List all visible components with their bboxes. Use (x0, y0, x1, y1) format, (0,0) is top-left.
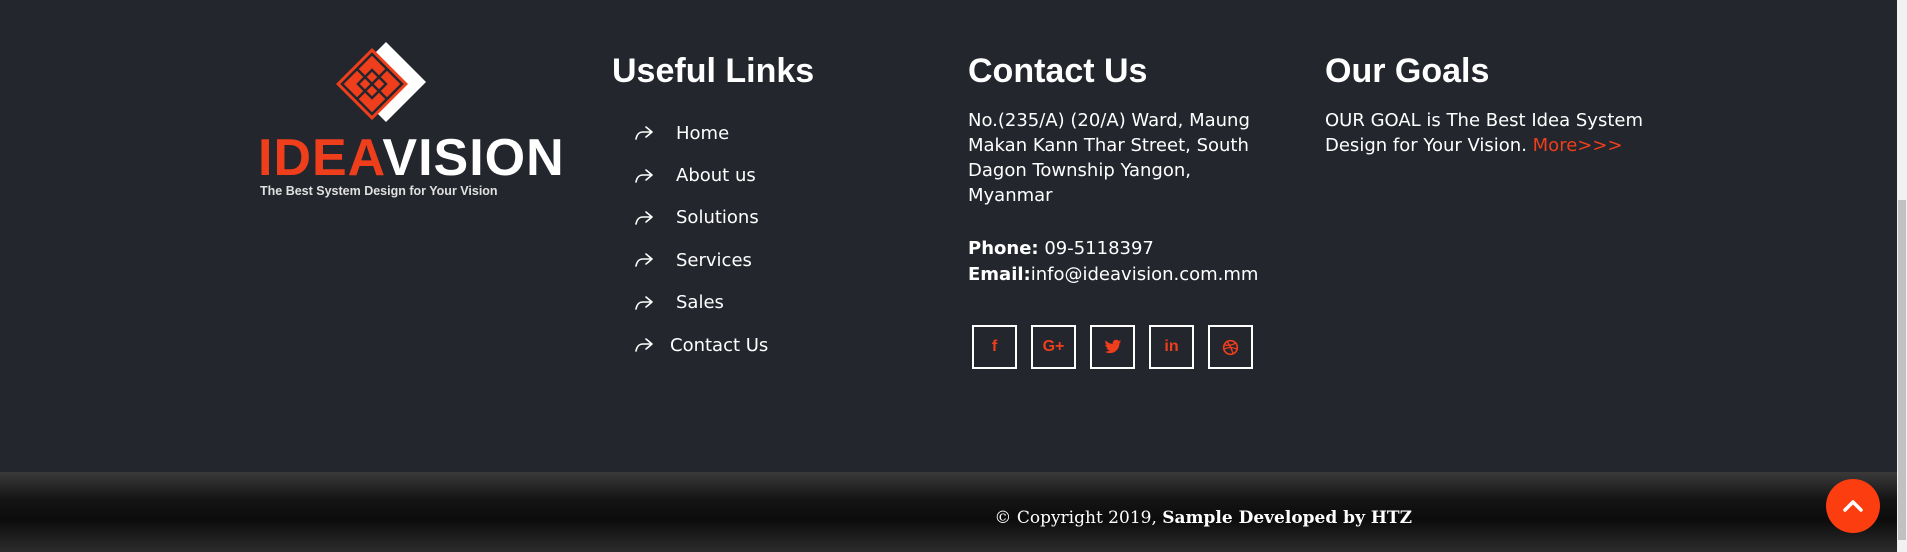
twitter-bird-glyph (1104, 339, 1121, 354)
link-contact-us[interactable]: Contact Us (670, 335, 768, 356)
contact-phone: Phone: 09-5118397 (968, 238, 1154, 259)
email-value[interactable]: info@ideavision.com.mm (1031, 264, 1259, 285)
share-arrow-icon (635, 253, 653, 268)
link-sales[interactable]: Sales (676, 292, 724, 313)
chevron-up-icon (1843, 500, 1863, 512)
page-scrollbar[interactable] (1897, 0, 1907, 552)
copyright-bar: © Copyright 2019, Sample Developed by HT… (0, 472, 1897, 552)
link-item-contact[interactable]: Contact Us (634, 324, 768, 366)
goals-text: OUR GOAL is The Best Idea System Design … (1325, 108, 1655, 158)
phone-label: Phone: (968, 238, 1039, 259)
facebook-icon[interactable]: f (972, 325, 1017, 369)
link-item-sales[interactable]: Sales (634, 282, 768, 324)
goals-title: Our Goals (1325, 52, 1490, 90)
share-arrow-icon (635, 338, 653, 352)
site-logo[interactable]: IDEAVISION The Best System Design for Yo… (258, 40, 564, 200)
dribbble-icon[interactable] (1208, 325, 1253, 369)
footer: IDEAVISION The Best System Design for Yo… (0, 0, 1897, 472)
link-item-about[interactable]: About us (634, 154, 768, 196)
google-plus-icon[interactable]: G+ (1031, 325, 1076, 369)
back-to-top-button[interactable] (1826, 479, 1880, 533)
useful-links-title: Useful Links (612, 52, 815, 90)
dribbble-ball-glyph (1222, 339, 1239, 355)
email-label: Email: (968, 264, 1031, 285)
share-arrow-icon (635, 211, 653, 225)
logo-mark-icon (336, 42, 426, 122)
share-arrow-icon (635, 126, 653, 140)
link-solutions[interactable]: Solutions (676, 207, 759, 228)
link-services[interactable]: Services (676, 250, 752, 271)
contact-title: Contact Us (968, 52, 1148, 90)
share-arrow-icon (635, 168, 653, 183)
phone-value[interactable]: 09-5118397 (1039, 238, 1154, 259)
contact-email: Email:info@ideavision.com.mm (968, 264, 1258, 285)
logo-word-vision: VISION (382, 129, 565, 187)
social-links: f G+ in (972, 325, 1253, 369)
linkedin-icon[interactable]: in (1149, 325, 1194, 369)
goals-more-link[interactable]: More>>> (1533, 135, 1623, 156)
copyright-prefix: © Copyright 2019, (994, 508, 1163, 528)
link-about-us[interactable]: About us (676, 165, 756, 186)
scrollbar-thumb[interactable] (1898, 200, 1906, 540)
contact-address: No.(235/A) (20/A) Ward, Maung Makan Kann… (968, 110, 1250, 206)
share-arrow-icon (635, 295, 653, 310)
copyright-developer: Sample Developed by HTZ (1162, 508, 1412, 528)
link-item-solutions[interactable]: Solutions (634, 197, 768, 239)
useful-links-list: Home About us Solutions Services Sales C… (634, 112, 768, 366)
logo-word-idea: IDEA (258, 129, 383, 187)
twitter-icon[interactable] (1090, 325, 1135, 369)
link-item-services[interactable]: Services (634, 239, 768, 281)
link-item-home[interactable]: Home (634, 112, 768, 154)
copyright-text: © Copyright 2019, Sample Developed by HT… (0, 508, 1412, 528)
link-home[interactable]: Home (676, 123, 729, 144)
logo-wordmark: IDEAVISION (258, 132, 565, 184)
logo-tagline: The Best System Design for Your Vision (260, 184, 498, 198)
